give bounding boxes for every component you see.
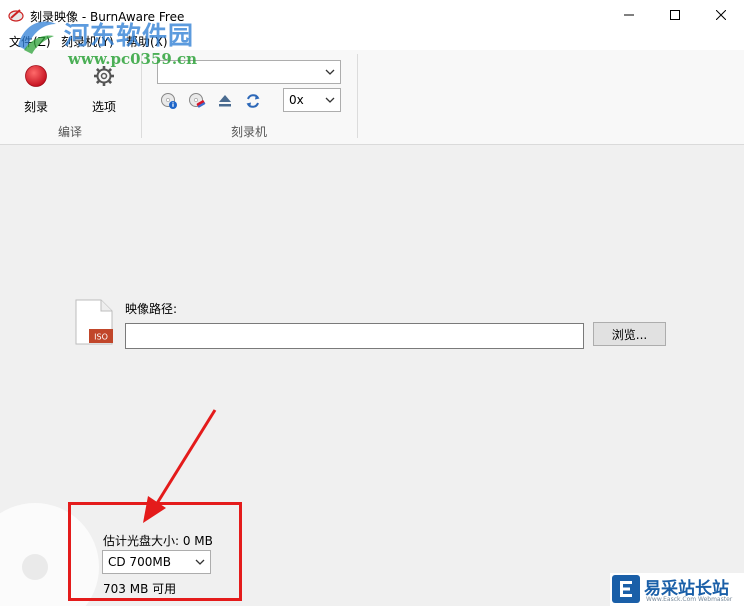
eject-icon [219,95,231,107]
title-bar: 刻录映像 - BurnAware Free [0,0,744,30]
menu-burner[interactable]: 刻录机(Y) [61,33,114,50]
drive-select[interactable] [157,60,341,84]
iso-file-icon: ISO [75,299,113,345]
group-divider [141,54,142,138]
menu-bar: 文件(Z) 刻录机(Y) 帮助(X) [0,30,744,50]
image-path-label: 映像路径: [125,302,178,316]
group-divider [357,54,358,138]
corner-site-logo: 易采站长站 Www.Easck.Com Webmaster [610,573,744,606]
chevron-down-icon [325,69,335,75]
annotation-highlight-box [68,502,242,601]
easck-logo-icon [612,575,640,603]
speed-select[interactable]: 0x [283,88,341,112]
refresh-button[interactable] [242,90,264,112]
erase-disc-button[interactable] [186,90,208,112]
speed-select-value: 0x [289,93,304,107]
eject-button[interactable] [214,90,236,112]
minimize-button[interactable] [606,0,652,30]
group-label-burner: 刻录机 [230,125,267,139]
options-label: 选项 [91,100,116,114]
ribbon-toolbar: 刻录 选项 编译 0x 刻录机 [0,50,744,145]
options-button[interactable]: 选项 [81,56,127,118]
browse-button[interactable]: 浏览... [593,322,666,346]
chevron-down-icon [325,97,335,103]
record-icon [25,65,47,87]
close-button[interactable] [698,0,744,30]
disc-info-button[interactable] [158,90,180,112]
maximize-button[interactable] [652,0,698,30]
minimize-icon [624,14,634,16]
record-button[interactable]: 刻录 [13,56,59,118]
erase-disc-icon [189,93,206,108]
corner-logo-tagline: Www.Easck.Com Webmaster [646,596,733,603]
menu-file[interactable]: 文件(Z) [9,33,51,50]
maximize-icon [670,10,680,20]
close-icon [716,10,726,20]
window-title: 刻录映像 - BurnAware Free [30,10,185,24]
gear-icon [94,66,114,86]
image-path-input[interactable] [125,323,584,349]
disc-info-icon [161,93,177,109]
burnaware-app-icon [8,9,24,22]
refresh-icon [246,94,260,108]
menu-help[interactable]: 帮助(X) [126,33,168,50]
group-label-compile: 编译 [57,125,82,139]
record-label: 刻录 [23,100,48,114]
iso-badge-text: ISO [94,333,108,342]
